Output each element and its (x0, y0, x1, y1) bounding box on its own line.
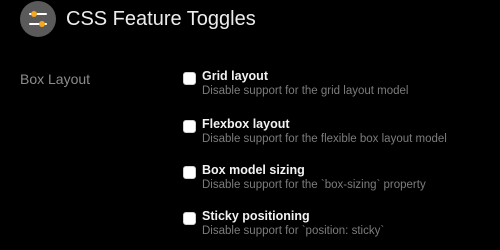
grid-layout-checkbox[interactable] (183, 72, 196, 85)
option-title: Box model sizing (202, 163, 305, 177)
header: CSS Feature Toggles (20, 0, 256, 38)
option-description: Disable support for the flexible box lay… (202, 133, 447, 145)
option-description: Disable support for `position: sticky` (202, 225, 385, 237)
option-box-model-sizing[interactable]: Box model sizing Disable support for the… (183, 163, 493, 197)
toggles-icon (20, 1, 56, 37)
option-title: Flexbox layout (202, 117, 290, 131)
option-grid-layout[interactable]: Grid layout Disable support for the grid… (183, 69, 493, 103)
option-description: Disable support for the grid layout mode… (202, 85, 409, 97)
option-sticky-positioning[interactable]: Sticky positioning Disable support for `… (183, 209, 493, 243)
page-title: CSS Feature Toggles (66, 7, 256, 30)
sticky-positioning-checkbox[interactable] (183, 212, 196, 225)
option-description: Disable support for the `box-sizing` pro… (202, 179, 426, 191)
option-title: Sticky positioning (202, 209, 310, 223)
option-flexbox-layout[interactable]: Flexbox layout Disable support for the f… (183, 117, 493, 151)
flexbox-layout-checkbox[interactable] (183, 120, 196, 133)
option-title: Grid layout (202, 69, 268, 83)
section-label-box-layout: Box Layout (20, 71, 91, 87)
box-model-sizing-checkbox[interactable] (183, 166, 196, 179)
